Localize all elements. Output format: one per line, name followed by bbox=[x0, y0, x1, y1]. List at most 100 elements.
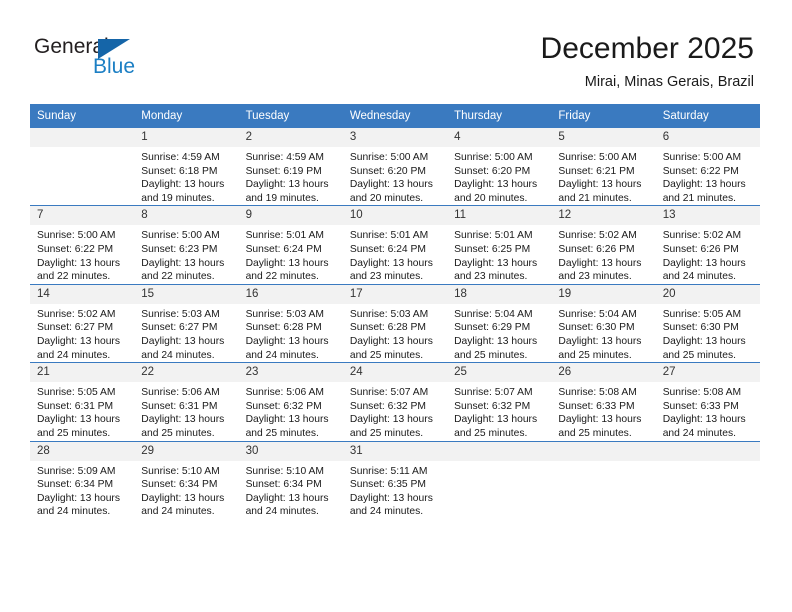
sunrise-time: Sunrise: 5:09 AM bbox=[37, 465, 116, 477]
day-number: 3 bbox=[342, 128, 448, 147]
daylight-duration-line2: and 22 minutes. bbox=[245, 271, 319, 283]
daylight-duration-line1: Daylight: 13 hours bbox=[141, 335, 225, 347]
calendar-day-cell[interactable]: 17 Sunrise: 5:03 AM Sunset: 6:28 PM Dayligh… bbox=[342, 283, 448, 363]
sunrise-time: Sunrise: 5:04 AM bbox=[454, 308, 533, 320]
daylight-duration-line2: and 24 minutes. bbox=[245, 506, 319, 518]
day-number: 24 bbox=[342, 363, 448, 383]
day-details: Sunrise: 5:06 AM Sunset: 6:32 PM Daylight:… bbox=[239, 382, 343, 440]
calendar-day-cell[interactable]: 28 Sunrise: 5:09 AM Sunset: 6:34 PM Dayligh… bbox=[30, 440, 135, 519]
daylight-duration-line1: Daylight: 13 hours bbox=[141, 257, 225, 269]
sunrise-time: Sunrise: 4:59 AM bbox=[141, 152, 220, 163]
calendar-day-cell[interactable]: 11 Sunrise: 5:01 AM Sunset: 6:25 PM Dayligh… bbox=[447, 205, 552, 285]
sunset-time: Sunset: 6:34 PM bbox=[141, 479, 218, 491]
calendar-day-cell[interactable]: 12 Sunrise: 5:02 AM Sunset: 6:26 PM Dayligh… bbox=[551, 205, 656, 285]
weekday-header-wednesday: Wednesday bbox=[342, 104, 448, 128]
sunrise-time: Sunrise: 5:02 AM bbox=[558, 230, 637, 242]
sunset-time: Sunset: 6:32 PM bbox=[454, 400, 531, 412]
calendar-day-cell[interactable]: 24 Sunrise: 5:07 AM Sunset: 6:32 PM Dayligh… bbox=[342, 362, 448, 441]
general-blue-logo[interactable]: General Blue bbox=[34, 36, 154, 82]
daylight-duration-line1: Daylight: 13 hours bbox=[349, 335, 433, 347]
calendar-day-cell[interactable]: 19 Sunrise: 5:04 AM Sunset: 6:30 PM Dayligh… bbox=[551, 283, 656, 363]
sunrise-time: Sunrise: 5:06 AM bbox=[141, 387, 220, 399]
calendar-day-cell[interactable]: 5 Sunrise: 5:00 AM Sunset: 6:21 PM Daylight… bbox=[551, 126, 656, 206]
daylight-duration-line2: and 24 minutes. bbox=[245, 349, 319, 361]
sunrise-time: Sunrise: 5:03 AM bbox=[141, 308, 220, 320]
calendar-day-cell[interactable]: 18 Sunrise: 5:04 AM Sunset: 6:29 PM Dayligh… bbox=[447, 283, 552, 363]
sunrise-time: Sunrise: 5:00 AM bbox=[662, 152, 742, 163]
sunset-time: Sunset: 6:28 PM bbox=[245, 322, 322, 334]
day-number: 4 bbox=[447, 128, 552, 147]
day-number: 9 bbox=[238, 206, 343, 226]
calendar-day-cell[interactable]: 2 Sunrise: 4:59 AM Sunset: 6:19 PM Daylight… bbox=[238, 126, 343, 206]
calendar-day-cell[interactable]: 23 Sunrise: 5:06 AM Sunset: 6:32 PM Dayligh… bbox=[238, 362, 343, 441]
calendar-day-cell[interactable]: 16 Sunrise: 5:03 AM Sunset: 6:28 PM Dayligh… bbox=[238, 283, 343, 363]
weekday-header-sunday: Sunday bbox=[30, 104, 135, 128]
sunset-time: Sunset: 6:30 PM bbox=[662, 322, 739, 334]
sunset-time: Sunset: 6:32 PM bbox=[349, 400, 426, 412]
weekday-header-friday: Friday bbox=[551, 104, 656, 128]
sunset-time: Sunset: 6:33 PM bbox=[662, 400, 739, 412]
day-details: Sunrise: 5:01 AM Sunset: 6:24 PM Daylight:… bbox=[239, 225, 343, 283]
calendar-day-cell[interactable]: 6 Sunrise: 5:00 AM Sunset: 6:22 PM Daylight… bbox=[655, 126, 760, 206]
calendar-day-cell[interactable]: 31 Sunrise: 5:11 AM Sunset: 6:35 PM Dayligh… bbox=[342, 440, 448, 519]
day-details: Sunrise: 5:03 AM Sunset: 6:28 PM Daylight:… bbox=[239, 304, 343, 362]
day-details bbox=[30, 147, 134, 151]
calendar-day-cell[interactable]: 1 Sunrise: 4:59 AM Sunset: 6:18 PM Daylight… bbox=[134, 126, 239, 206]
calendar-day-cell[interactable]: 9 Sunrise: 5:01 AM Sunset: 6:24 PM Daylight… bbox=[238, 205, 343, 285]
day-number: 2 bbox=[238, 128, 343, 147]
calendar-day-cell[interactable]: 22 Sunrise: 5:06 AM Sunset: 6:31 PM Dayligh… bbox=[134, 362, 239, 441]
location-subtitle: Mirai, Minas Gerais, Brazil bbox=[584, 74, 754, 90]
calendar-day-cell[interactable]: 30 Sunrise: 5:10 AM Sunset: 6:34 PM Dayligh… bbox=[238, 440, 343, 519]
sunset-time: Sunset: 6:24 PM bbox=[349, 243, 426, 255]
daylight-duration-line1: Daylight: 13 hours bbox=[349, 179, 433, 191]
calendar-day-cell[interactable]: 13 Sunrise: 5:02 AM Sunset: 6:26 PM Dayligh… bbox=[655, 205, 760, 285]
day-number: 23 bbox=[238, 363, 343, 383]
daylight-duration-line2: and 25 minutes. bbox=[37, 427, 111, 439]
daylight-duration-line1: Daylight: 13 hours bbox=[37, 335, 120, 347]
day-details: Sunrise: 5:11 AM Sunset: 6:35 PM Daylight:… bbox=[343, 461, 447, 519]
day-details: Sunrise: 5:03 AM Sunset: 6:27 PM Daylight:… bbox=[134, 304, 238, 362]
daylight-duration-line1: Daylight: 13 hours bbox=[662, 414, 746, 426]
sunset-time: Sunset: 6:22 PM bbox=[662, 165, 739, 177]
calendar-week-row: 14 Sunrise: 5:02 AM Sunset: 6:27 PM Dayligh… bbox=[30, 283, 760, 363]
daylight-duration-line2: and 25 minutes. bbox=[662, 349, 736, 361]
calendar-day-cell[interactable]: 8 Sunrise: 5:00 AM Sunset: 6:23 PM Daylight… bbox=[134, 205, 239, 285]
sunrise-time: Sunrise: 5:05 AM bbox=[662, 308, 742, 320]
day-details: Sunrise: 5:01 AM Sunset: 6:25 PM Daylight:… bbox=[447, 225, 551, 283]
day-number: 8 bbox=[134, 206, 239, 226]
day-details: Sunrise: 5:02 AM Sunset: 6:27 PM Daylight:… bbox=[30, 304, 134, 362]
day-number: 22 bbox=[134, 363, 239, 383]
sunset-time: Sunset: 6:20 PM bbox=[454, 165, 531, 177]
calendar-day-cell[interactable]: 27 Sunrise: 5:08 AM Sunset: 6:33 PM Dayligh… bbox=[655, 362, 760, 441]
day-details: Sunrise: 4:59 AM Sunset: 6:19 PM Daylight:… bbox=[239, 147, 343, 205]
calendar-day-cell[interactable]: 15 Sunrise: 5:03 AM Sunset: 6:27 PM Dayligh… bbox=[134, 283, 239, 363]
calendar-day-cell[interactable]: 21 Sunrise: 5:05 AM Sunset: 6:31 PM Dayligh… bbox=[30, 362, 135, 441]
calendar-day-cell[interactable]: 3 Sunrise: 5:00 AM Sunset: 6:20 PM Daylight… bbox=[342, 126, 448, 206]
calendar-day-cell[interactable]: 29 Sunrise: 5:10 AM Sunset: 6:34 PM Dayligh… bbox=[134, 440, 239, 519]
daylight-duration-line2: and 24 minutes. bbox=[37, 349, 111, 361]
daylight-duration-line2: and 20 minutes. bbox=[454, 192, 528, 204]
daylight-duration-line1: Daylight: 13 hours bbox=[558, 414, 642, 426]
calendar-day-cell[interactable]: 26 Sunrise: 5:08 AM Sunset: 6:33 PM Dayligh… bbox=[551, 362, 656, 441]
sunrise-time: Sunrise: 5:11 AM bbox=[349, 465, 428, 477]
calendar-day-cell[interactable]: 4 Sunrise: 5:00 AM Sunset: 6:20 PM Daylight… bbox=[447, 126, 552, 206]
calendar-day-cell[interactable]: 25 Sunrise: 5:07 AM Sunset: 6:32 PM Dayligh… bbox=[447, 362, 552, 441]
day-details: Sunrise: 5:00 AM Sunset: 6:22 PM Daylight:… bbox=[656, 147, 760, 205]
day-number: 18 bbox=[447, 284, 552, 304]
sunset-time: Sunset: 6:34 PM bbox=[37, 479, 114, 491]
daylight-duration-line1: Daylight: 13 hours bbox=[349, 492, 433, 504]
calendar-day-cell[interactable]: 7 Sunrise: 5:00 AM Sunset: 6:22 PM Daylight… bbox=[30, 205, 135, 285]
daylight-duration-line1: Daylight: 13 hours bbox=[558, 335, 642, 347]
daylight-duration-line2: and 20 minutes. bbox=[349, 192, 424, 204]
day-number: 15 bbox=[134, 284, 239, 304]
daylight-duration-line1: Daylight: 13 hours bbox=[141, 414, 225, 426]
day-details: Sunrise: 5:02 AM Sunset: 6:26 PM Daylight:… bbox=[656, 225, 760, 283]
daylight-duration-line1: Daylight: 13 hours bbox=[454, 179, 538, 191]
calendar-day-cell[interactable]: 10 Sunrise: 5:01 AM Sunset: 6:24 PM Dayligh… bbox=[342, 205, 448, 285]
day-details: Sunrise: 5:04 AM Sunset: 6:29 PM Daylight:… bbox=[447, 304, 551, 362]
calendar-day-cell[interactable]: 14 Sunrise: 5:02 AM Sunset: 6:27 PM Dayligh… bbox=[30, 283, 135, 363]
daylight-duration-line1: Daylight: 13 hours bbox=[141, 492, 225, 504]
calendar-day-cell[interactable]: 20 Sunrise: 5:05 AM Sunset: 6:30 PM Dayligh… bbox=[655, 283, 760, 363]
calendar-day-cell-empty bbox=[30, 126, 135, 206]
day-details: Sunrise: 5:08 AM Sunset: 6:33 PM Daylight:… bbox=[551, 382, 655, 440]
